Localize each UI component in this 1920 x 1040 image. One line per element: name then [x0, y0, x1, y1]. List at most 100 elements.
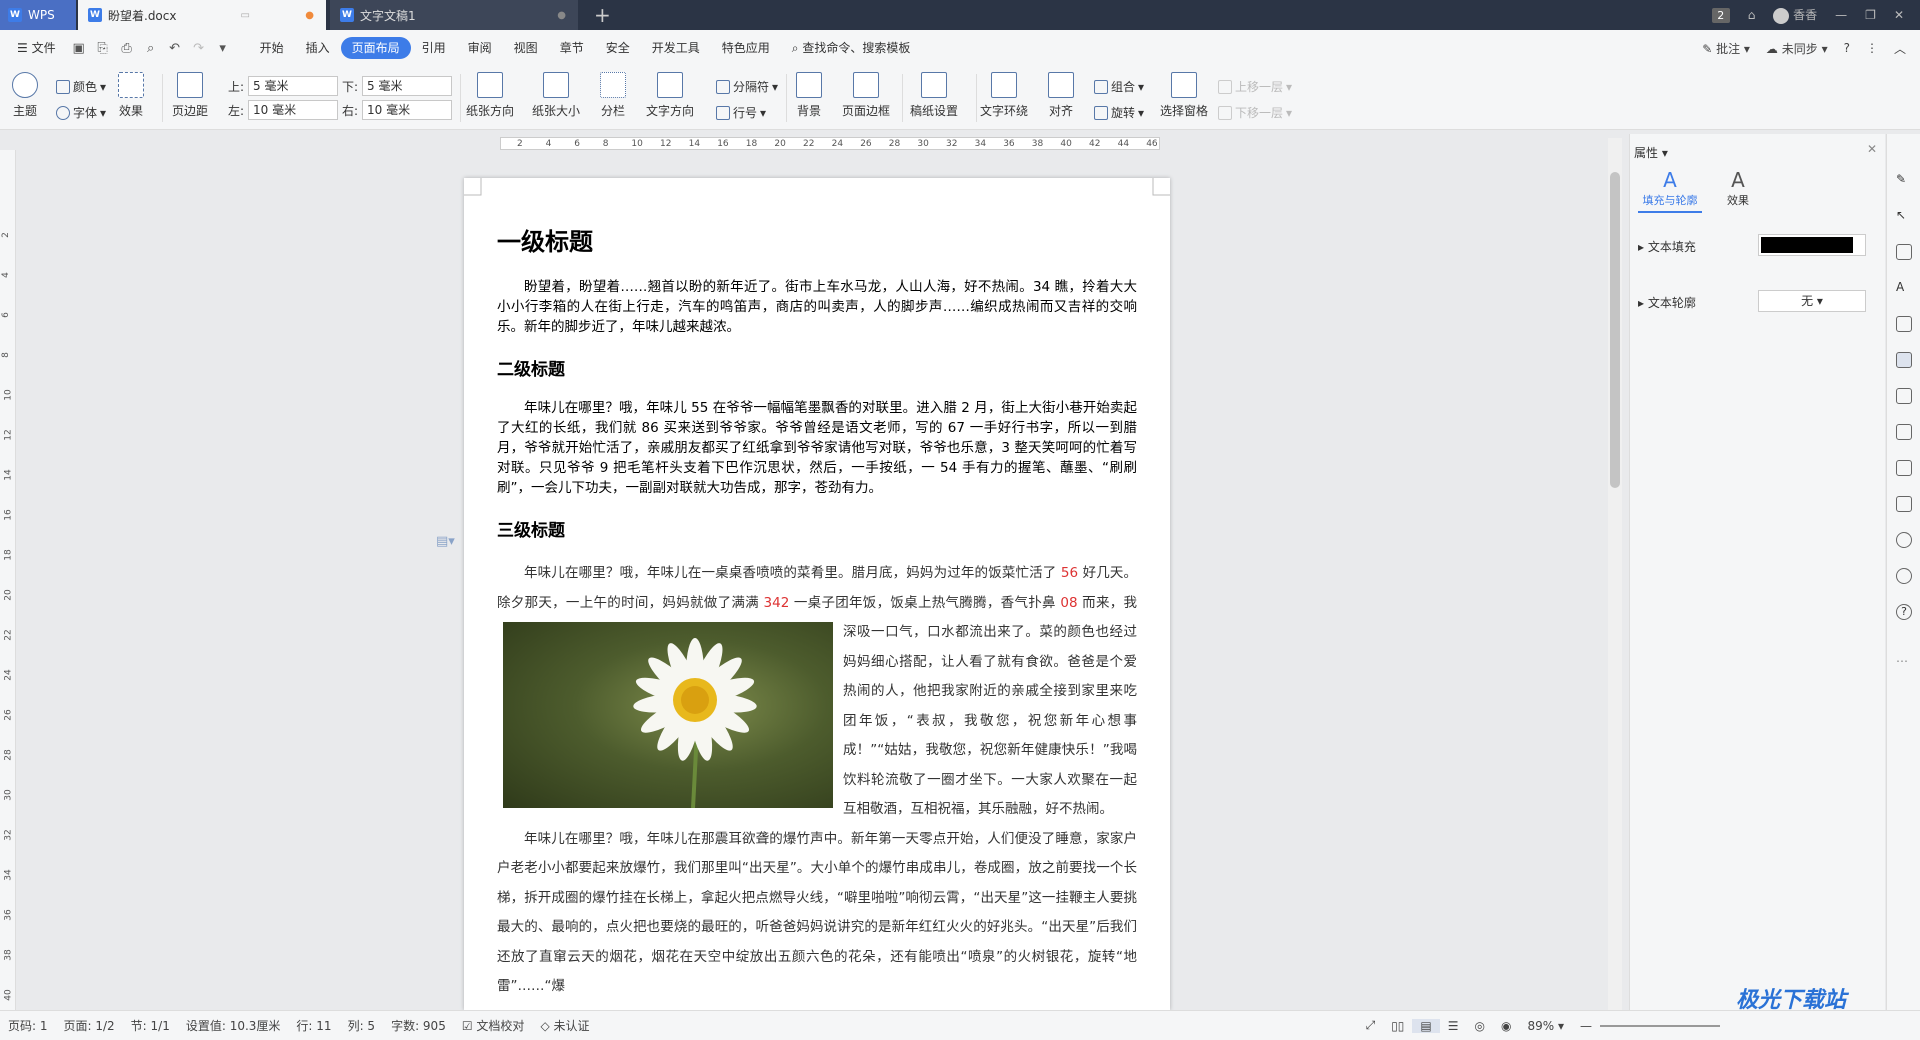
tab-references[interactable]: 引用	[411, 37, 457, 59]
font-button[interactable]: 字体 ▾	[56, 104, 106, 121]
top-margin-input[interactable]: 5 毫米	[248, 76, 338, 96]
line-number-button[interactable]: 行号 ▾	[716, 104, 766, 121]
left-margin-input[interactable]: 10 毫米	[248, 100, 338, 120]
paragraph-marker-icon[interactable]: ▤▾	[436, 534, 455, 549]
margin-button[interactable]: 页边距	[172, 72, 208, 119]
tab-document-2[interactable]: W 文字文稿1 ●	[330, 0, 578, 30]
user-area[interactable]: 香香	[1773, 6, 1817, 24]
tab-start[interactable]: 开始	[249, 37, 295, 59]
tab-special[interactable]: 特色应用	[711, 37, 781, 59]
group-button[interactable]: 组合 ▾	[1094, 78, 1144, 95]
scroll-thumb[interactable]	[1610, 172, 1620, 488]
copy-icon[interactable]	[1896, 388, 1912, 404]
page-border-button[interactable]: 页面边框	[842, 72, 890, 119]
section-status[interactable]: 节: 1/1	[123, 1017, 178, 1034]
properties-icon[interactable]	[1896, 352, 1912, 368]
translate-icon[interactable]	[1896, 424, 1912, 440]
pen-icon[interactable]: ✎	[1896, 172, 1912, 188]
more-tools-icon[interactable]: ⋯	[1896, 654, 1912, 670]
redo-icon[interactable]: ↷	[187, 41, 211, 56]
close-icon[interactable]: ✕	[1894, 8, 1904, 22]
vertical-scrollbar[interactable]	[1608, 138, 1622, 1010]
tab-view[interactable]: 视图	[503, 37, 549, 59]
page-count-status[interactable]: 页面: 1/2	[56, 1017, 123, 1034]
theme-button[interactable]: 主题	[12, 72, 38, 119]
outline-select[interactable]: 无 ▾	[1758, 290, 1866, 312]
text-fill-row[interactable]: ▸ 文本填充	[1638, 238, 1696, 255]
fullscreen-icon[interactable]: ⤢	[1358, 1018, 1384, 1033]
command-search[interactable]: ⌕ 查找命令、搜索模板	[781, 37, 922, 59]
help-icon[interactable]: ?	[1844, 41, 1850, 55]
reading-mode-icon[interactable]: ▯▯	[1383, 1019, 1412, 1033]
bottom-margin-input[interactable]: 5 毫米	[362, 76, 452, 96]
right-margin-input[interactable]: 10 毫米	[362, 100, 452, 120]
save-icon[interactable]: ▣	[67, 41, 91, 56]
tab-document-active[interactable]: W 盼望着.docx ▭ ●	[78, 0, 326, 30]
color-button[interactable]: 颜色 ▾	[56, 78, 106, 95]
tab-monitor-icon[interactable]: ▭	[241, 10, 250, 21]
send-backward-button[interactable]: 下移一层 ▾	[1218, 104, 1292, 121]
sync-button[interactable]: ☁ 未同步 ▾	[1766, 40, 1828, 57]
row-status[interactable]: 行: 11	[288, 1017, 339, 1034]
shapes-icon[interactable]	[1896, 244, 1912, 260]
certification-status[interactable]: ◇ 未认证	[532, 1017, 597, 1034]
columns-button[interactable]: 分栏	[600, 72, 626, 119]
more-icon[interactable]: ⋮	[1866, 41, 1878, 55]
collapse-ribbon-icon[interactable]: ︿	[1894, 40, 1906, 57]
proofread-button[interactable]: ☑ 文档校对	[454, 1017, 533, 1034]
word-count-status[interactable]: 字数: 905	[383, 1017, 454, 1034]
separator-button[interactable]: 分隔符 ▾	[716, 78, 778, 95]
align-button[interactable]: 对齐	[1048, 72, 1074, 119]
orientation-button[interactable]: 纸张方向	[466, 72, 514, 119]
document-body[interactable]: 一级标题 盼望着，盼望着……翘首以盼的新年近了。街市上车水马龙，人山人海，好不热…	[497, 222, 1137, 1002]
tab-insert[interactable]: 插入	[295, 37, 341, 59]
column-status[interactable]: 列: 5	[340, 1017, 384, 1034]
text-direction-button[interactable]: 文字方向	[646, 72, 694, 119]
page-view-icon[interactable]: ▤	[1412, 1018, 1440, 1033]
file-menu[interactable]: ☰ 文件	[6, 37, 67, 59]
page-number-status[interactable]: 页码: 1	[0, 1017, 56, 1034]
fill-color-picker[interactable]	[1758, 234, 1866, 256]
print-icon[interactable]: ⎙	[115, 41, 139, 56]
bring-forward-button[interactable]: 上移一层 ▾	[1218, 78, 1292, 95]
rotate-button[interactable]: 旋转 ▾	[1094, 104, 1144, 121]
style-icon[interactable]: A	[1896, 280, 1912, 296]
tab-page-layout[interactable]: 页面布局	[340, 37, 411, 59]
effect-button[interactable]: 效果	[118, 72, 144, 119]
panel-title[interactable]: 属性 ▾	[1634, 144, 1668, 161]
setting-status[interactable]: 设置值: 10.3厘米	[178, 1017, 289, 1034]
customize-qa-icon[interactable]: ▾	[211, 41, 235, 56]
comment-button[interactable]: ✎ 批注 ▾	[1702, 40, 1750, 57]
vertical-ruler[interactable]: 2 4 6 8 10 12 14 16 18 20 22 24 26 28 30 32 34 36 38 40	[0, 150, 16, 1010]
text-wrap-button[interactable]: 文字环绕	[980, 72, 1028, 119]
close-panel-icon[interactable]: ✕	[1867, 142, 1877, 156]
tab-fill-outline[interactable]: A 填充与轮廓	[1638, 168, 1702, 213]
export-icon[interactable]: ⎘	[91, 41, 115, 56]
tab-review[interactable]: 审阅	[457, 37, 503, 59]
wps-home-tab[interactable]: W WPS	[0, 0, 76, 30]
table-icon[interactable]	[1896, 316, 1912, 332]
zoom-select[interactable]: 89% ▾	[1519, 1019, 1572, 1033]
eye-protect-icon[interactable]: ◉	[1493, 1019, 1519, 1033]
outline-view-icon[interactable]: ☰	[1440, 1019, 1467, 1033]
background-button[interactable]: 背景	[796, 72, 822, 119]
archive-icon[interactable]	[1896, 460, 1912, 476]
tab-section[interactable]: 章节	[549, 37, 595, 59]
zoom-out-icon[interactable]: —	[1572, 1019, 1600, 1033]
horizontal-ruler[interactable]: 2 4 6 8 10 12 14 16 18 20 22 24 26 28 30 32 34 36 38 40 42 44…	[20, 134, 1605, 152]
document-page[interactable]: 一级标题 盼望着，盼望着……翘首以盼的新年近了。街市上车水马龙，人山人海，好不热…	[464, 178, 1170, 1010]
help-circle-icon[interactable]: ?	[1896, 604, 1912, 620]
select-icon[interactable]: ↖	[1896, 208, 1912, 224]
flower-image[interactable]	[503, 622, 833, 808]
undo-icon[interactable]: ↶	[163, 41, 187, 56]
tab-security[interactable]: 安全	[595, 37, 641, 59]
minimize-icon[interactable]: —	[1835, 8, 1847, 22]
shield-icon[interactable]	[1896, 532, 1912, 548]
text-outline-row[interactable]: ▸ 文本轮廓	[1638, 294, 1696, 311]
grid-paper-button[interactable]: 稿纸设置	[910, 72, 958, 119]
new-tab-plus-icon[interactable]: +	[594, 3, 611, 27]
restore-icon[interactable]: ❐	[1865, 8, 1876, 22]
paper-size-button[interactable]: 纸张大小	[532, 72, 580, 119]
tab-effect[interactable]: A 效果	[1712, 168, 1764, 208]
skin-icon[interactable]: ⌂	[1748, 8, 1756, 22]
